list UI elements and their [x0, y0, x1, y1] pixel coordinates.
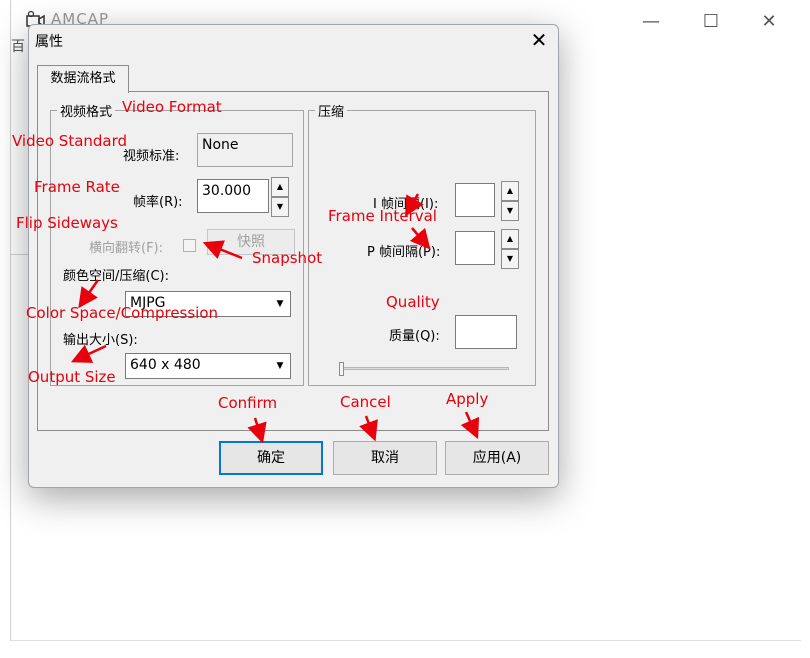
arrow-p-frame-icon — [409, 227, 431, 250]
arrow-output-size-icon — [70, 344, 107, 363]
arrow-cancel-icon — [359, 415, 378, 442]
arrow-group — [70, 193, 480, 444]
arrow-snapshot-icon — [202, 240, 243, 260]
arrow-apply-icon — [460, 411, 480, 440]
arrow-confirm-icon — [247, 417, 267, 444]
arrow-color-space-icon — [78, 279, 100, 309]
tab-stream-format[interactable]: 数据流格式 — [37, 65, 129, 93]
annotation-arrows — [70, 193, 480, 444]
arrow-i-frame-icon — [405, 193, 424, 217]
